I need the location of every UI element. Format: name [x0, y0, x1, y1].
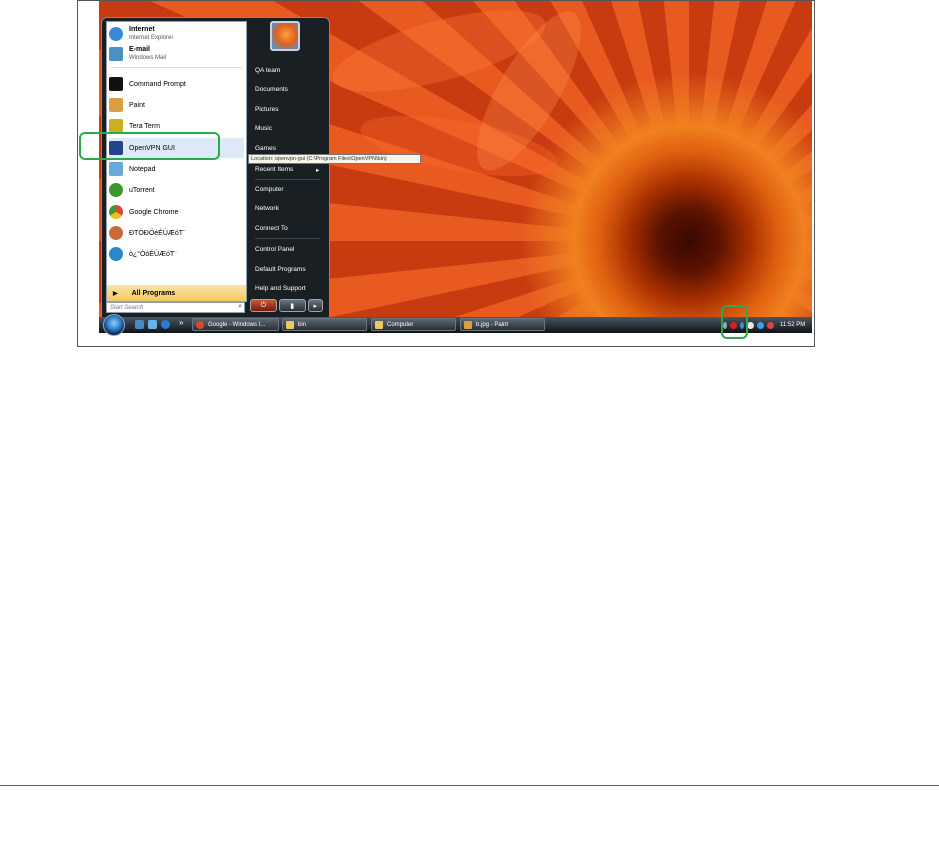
taskbar-button-label: bin: [298, 321, 307, 328]
link-control-panel[interactable]: Control Panel: [255, 246, 294, 253]
taskbar-button-label: Computer: [387, 321, 414, 328]
recent-item-label: Notepad: [129, 165, 156, 173]
volume-icon[interactable]: [747, 321, 754, 329]
taskbar: » Google - Windows I... bin Computer b.j…: [99, 314, 812, 336]
taskbar-button[interactable]: Google - Windows I...: [192, 318, 279, 331]
highlight-tray-icon: [721, 305, 748, 339]
link-network[interactable]: Network: [255, 205, 279, 212]
pinned-item-sub: Windows Mail: [129, 55, 167, 61]
recent-item[interactable]: Google Chrome: [109, 202, 244, 222]
folder-icon: [375, 320, 383, 329]
recent-item[interactable]: uTorrent: [109, 180, 244, 200]
arrow-right-icon: ▸: [313, 302, 318, 310]
paint-icon: [109, 98, 123, 112]
recent-item[interactable]: Command Prompt: [109, 74, 244, 94]
user-picture[interactable]: [270, 21, 300, 51]
app-v-icon: [109, 247, 123, 261]
divider: [255, 238, 320, 239]
tooltip: Location: openvpn-gui (C:\Program Files\…: [248, 154, 421, 164]
link-default-programs[interactable]: Default Programs: [255, 266, 306, 273]
link-games[interactable]: Games: [255, 145, 276, 152]
switch-windows-icon[interactable]: [148, 320, 157, 329]
folder-icon: [286, 320, 294, 329]
recent-item[interactable]: ò¿°ÒóÉÚÆóT¨: [109, 244, 244, 264]
recent-item-label: ÐTÖÐÖéÉÚÆóT¨: [129, 229, 186, 237]
link-qa-team[interactable]: QA team: [255, 67, 280, 74]
recent-item-label: Command Prompt: [129, 80, 186, 88]
taskbar-button[interactable]: Computer: [371, 318, 456, 331]
link-pictures[interactable]: Pictures: [255, 106, 278, 113]
security-icon[interactable]: [767, 321, 774, 329]
tera-term-icon: [109, 119, 123, 133]
screenshot-frame: Internet Internet Explorer E-mail Windows …: [77, 0, 815, 347]
lock-button[interactable]: ▮: [278, 299, 306, 312]
all-programs-label: All Programs: [131, 289, 176, 297]
recent-item-label: Tera Term: [129, 122, 160, 130]
power-icon: ⏻: [260, 301, 267, 309]
link-connect-to[interactable]: Connect To: [255, 225, 288, 232]
start-menu: Internet Internet Explorer E-mail Windows …: [101, 17, 330, 317]
divider: [111, 67, 242, 68]
utorrent-icon: [109, 183, 123, 197]
recent-item-label: ò¿°ÒóÉÚÆóT¨: [129, 250, 177, 258]
lock-icon: ▮: [290, 302, 295, 310]
power-button[interactable]: ⏻: [250, 299, 277, 312]
pinned-item-internet[interactable]: Internet Internet Explorer: [109, 24, 244, 44]
chevron-right-icon: ▸: [316, 167, 320, 174]
paint-icon: [464, 320, 472, 329]
shutdown-options-button[interactable]: ▸: [307, 299, 323, 312]
clock[interactable]: 11:52 PM: [780, 322, 805, 328]
link-help-and-support[interactable]: Help and Support: [255, 285, 306, 292]
start-search-placeholder: Start Search: [110, 304, 144, 311]
command-prompt-icon: [109, 77, 123, 91]
chrome-icon: [109, 205, 123, 219]
divider: [255, 179, 320, 180]
recent-item-label: Paint: [129, 101, 145, 109]
taskbar-button[interactable]: bin: [282, 318, 367, 331]
pinned-item-sub: Internet Explorer: [129, 35, 174, 41]
recent-item[interactable]: Paint: [109, 95, 244, 115]
taskbar-button[interactable]: b.jpg - Paint: [460, 318, 545, 331]
start-menu-programs-pane: Internet Internet Explorer E-mail Windows …: [106, 21, 247, 302]
highlight-openvpn-gui: [79, 132, 220, 160]
pinned-item-label: E-mail: [129, 46, 151, 53]
link-documents[interactable]: Documents: [255, 86, 288, 93]
connection-icon[interactable]: [757, 321, 764, 329]
recent-item-label: Google Chrome: [129, 208, 179, 216]
start-search-input[interactable]: Start Search ⌕: [106, 302, 245, 313]
search-icon: ⌕: [238, 303, 242, 310]
arrow-right-icon: ▶: [113, 290, 118, 297]
link-computer[interactable]: Computer: [255, 186, 284, 193]
chrome-icon: [196, 320, 204, 329]
show-desktop-icon[interactable]: [135, 320, 144, 329]
pinned-item-email[interactable]: E-mail Windows Mail: [109, 44, 244, 64]
notepad-icon: [109, 162, 123, 176]
taskbar-button-label: b.jpg - Paint: [476, 321, 509, 328]
start-button[interactable]: [103, 314, 125, 336]
recent-item-label: uTorrent: [129, 186, 155, 194]
internet-explorer-icon: [109, 27, 123, 41]
link-music[interactable]: Music: [255, 125, 272, 132]
page-divider: [0, 785, 939, 786]
recent-item[interactable]: Notepad: [109, 159, 244, 179]
quick-launch-overflow[interactable]: »: [179, 318, 183, 327]
internet-explorer-icon[interactable]: [161, 320, 170, 329]
recent-item[interactable]: ÐTÖÐÖéÉÚÆóT¨: [109, 223, 244, 243]
windows-mail-icon: [109, 47, 123, 61]
pinned-item-label: Internet: [129, 26, 155, 33]
all-programs-button[interactable]: ▶ All Programs: [107, 285, 246, 301]
power-buttons: ⏻ ▮ ▸: [250, 299, 323, 312]
taskbar-button-label: Google - Windows I...: [208, 321, 266, 328]
app-icon: [109, 226, 123, 240]
link-recent-items[interactable]: Recent Items: [255, 166, 293, 173]
